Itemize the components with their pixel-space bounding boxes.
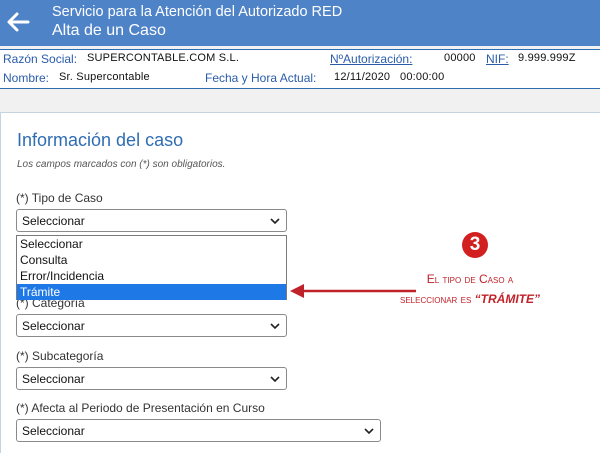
chevron-down-icon <box>364 428 374 435</box>
page-title: Alta de un Caso <box>52 22 166 39</box>
required-note: Los campos marcados con (*) son obligato… <box>17 159 226 170</box>
service-title: Servicio para la Atención del Autorizado… <box>52 4 343 20</box>
chevron-down-icon <box>270 376 280 383</box>
annotation-line2: seleccionar es “TRÁMITE” <box>370 292 570 306</box>
categoria-select[interactable]: Seleccionar <box>16 314 287 337</box>
razon-social-label: Razón Social: <box>3 52 78 66</box>
tipo-caso-select[interactable]: Seleccionar <box>16 209 287 232</box>
annotation-line1: El tipo de Caso a <box>426 272 514 286</box>
chevron-down-icon <box>270 218 280 225</box>
company-info-bar: Razón Social: SUPERCONTABLE.COM S.L. NºA… <box>0 49 600 70</box>
option-error-incidencia[interactable]: Error/Incidencia <box>17 268 286 284</box>
nif-label: NIF: <box>486 52 509 66</box>
nombre-label: Nombre: <box>3 71 50 85</box>
option-seleccionar[interactable]: Seleccionar <box>17 236 286 252</box>
tipo-caso-selected: Seleccionar <box>22 214 85 228</box>
app-header: Servicio para la Atención del Autorizado… <box>0 0 600 46</box>
annotation-emphasis: “TRÁMITE” <box>474 292 540 306</box>
user-info-bar: Nombre: Sr. Supercontable Fecha y Hora A… <box>0 69 600 89</box>
option-tramite[interactable]: Trámite <box>17 284 286 300</box>
back-arrow-icon[interactable] <box>4 8 32 36</box>
autorizacion-value: 00000 <box>444 52 476 64</box>
tipo-caso-label: (*) Tipo de Caso <box>16 191 103 205</box>
periodo-selected: Seleccionar <box>22 424 85 438</box>
categoria-selected: Seleccionar <box>22 319 85 333</box>
tipo-caso-dropdown: Seleccionar Consulta Error/Incidencia Tr… <box>16 235 287 300</box>
subcategoria-selected: Seleccionar <box>22 372 85 386</box>
subcategoria-select[interactable]: Seleccionar <box>16 367 287 390</box>
chevron-down-icon <box>270 323 280 330</box>
fecha-label: Fecha y Hora Actual: <box>205 71 317 85</box>
subcategoria-label: (*) Subcategoría <box>16 349 104 363</box>
autorizacion-label: NºAutorización: <box>330 52 413 66</box>
nombre-value: Sr. Supercontable <box>59 71 150 83</box>
nif-value: 9.999.999Z <box>518 52 576 64</box>
annotation-line2-text: seleccionar es <box>399 292 475 306</box>
periodo-select[interactable]: Seleccionar <box>16 419 381 442</box>
fecha-value: 12/11/2020 00:00:00 <box>334 71 445 83</box>
step-number-badge: 3 <box>462 232 488 258</box>
razon-social-value: SUPERCONTABLE.COM S.L. <box>87 52 240 64</box>
option-consulta[interactable]: Consulta <box>17 252 286 268</box>
section-title: Información del caso <box>17 130 184 150</box>
periodo-label: (*) Afecta al Periodo de Presentación en… <box>16 401 265 415</box>
